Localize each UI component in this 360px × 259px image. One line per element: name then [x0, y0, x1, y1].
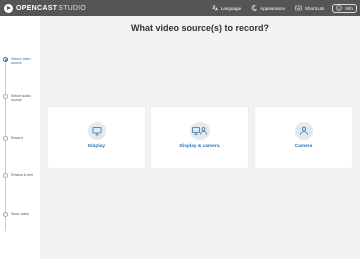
step-label: Select video source — [11, 57, 31, 66]
step-indicator — [3, 136, 8, 141]
display-camera-icon — [192, 127, 207, 135]
source-label: Camera — [294, 144, 313, 149]
source-label: Display — [87, 144, 106, 149]
header-bar: OPENCAST STUDIO Language Appearance Shor… — [0, 0, 360, 16]
appearance-button[interactable]: Appearance — [251, 5, 285, 11]
logo-text: OPENCAST — [16, 4, 58, 12]
page-title: What video source(s) to record? — [130, 23, 270, 33]
step-review-trim[interactable]: Review & trim — [3, 173, 37, 178]
steps-connector-line — [5, 59, 6, 231]
step-indicator — [3, 94, 8, 99]
app-logo: OPENCAST STUDIO — [4, 3, 86, 13]
icon-circle — [294, 122, 313, 140]
step-save-video[interactable]: Save video — [3, 212, 37, 217]
camera-user-icon — [299, 126, 308, 136]
source-option-display-camera[interactable]: Display & camera — [151, 107, 248, 168]
step-select-video-source[interactable]: Select video source — [3, 57, 37, 65]
info-label: Info — [345, 5, 353, 11]
info-button[interactable]: Info — [332, 3, 357, 13]
language-icon — [212, 5, 218, 11]
appearance-label: Appearance — [260, 5, 285, 11]
source-option-display[interactable]: Display — [48, 107, 145, 168]
step-select-audio-source[interactable]: Select audio source — [3, 94, 37, 102]
step-label: Save video — [11, 212, 29, 216]
keyboard-icon — [295, 5, 302, 11]
step-indicator — [3, 173, 8, 178]
header-nav: Language Appearance Shortcuts Info — [202, 0, 357, 16]
step-label: Record — [11, 136, 23, 140]
source-label: Display & camera — [179, 144, 220, 149]
opencast-logo-icon — [4, 3, 13, 13]
step-label: Review & trim — [11, 173, 34, 177]
steps-sidebar: Select video source Select audio source … — [0, 16, 40, 259]
step-indicator — [3, 212, 8, 217]
step-record[interactable]: Record — [3, 136, 37, 141]
language-button[interactable]: Language — [212, 5, 241, 11]
step-indicator-active — [3, 57, 8, 62]
icon-circle — [87, 122, 106, 140]
icon-circle — [189, 122, 210, 140]
shortcuts-label: Shortcuts — [304, 5, 325, 11]
language-label: Language — [220, 5, 242, 11]
shortcuts-button[interactable]: Shortcuts — [295, 5, 324, 11]
source-option-camera[interactable]: Camera — [255, 107, 352, 168]
logo-subtext: STUDIO — [58, 4, 86, 12]
step-label: Select audio source — [11, 94, 31, 103]
info-icon — [336, 5, 343, 11]
moon-icon — [251, 5, 258, 11]
display-icon — [92, 127, 101, 136]
